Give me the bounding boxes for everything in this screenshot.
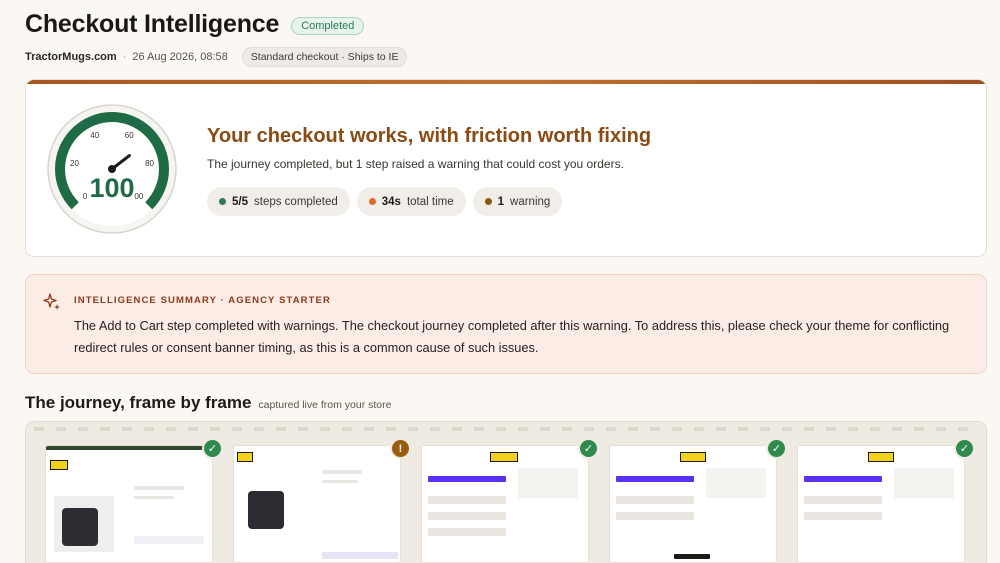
separator-dot: · [122, 51, 127, 63]
summary-label: INTELLIGENCE SUMMARY · AGENCY STARTER [74, 295, 331, 306]
gauge-tick-label: 40 [90, 131, 99, 140]
score-gauge: 0 20 40 60 80 00 100 [47, 104, 177, 234]
frame-4-check-icon: ✓ [768, 440, 785, 457]
status-dot [219, 198, 226, 205]
shot-form-field [616, 512, 694, 520]
shot-continue-button [674, 554, 710, 559]
shot-logo [680, 452, 706, 462]
gauge-needle-hub [108, 165, 116, 173]
stat-label: warning [510, 195, 551, 208]
stat-steps-completed: 5/5 steps completed [207, 187, 350, 216]
shot-cart-button [134, 536, 204, 544]
title-row: Checkout Intelligence Completed [25, 10, 975, 39]
score-subtitle: The journey completed, but 1 step raised… [207, 157, 624, 171]
status-dot [484, 198, 492, 205]
shot-text-line [134, 496, 174, 499]
gauge-tick-label: 80 [145, 159, 154, 168]
shot-logo [237, 452, 253, 462]
journey-frame-shipping[interactable] [609, 445, 777, 563]
shot-logo [868, 452, 894, 462]
shot-pay-buttons [804, 476, 882, 482]
gauge-tick-label: 60 [125, 131, 134, 140]
score-value: 100 [89, 173, 134, 203]
shot-text-line [134, 486, 184, 490]
meta-row: TractorMugs.com · 26 Aug 2026, 08:58 Sta… [25, 47, 975, 67]
frame-3-check-icon: ✓ [580, 440, 597, 457]
shot-order-summary [518, 468, 578, 498]
frame-2-warning-icon: ! [392, 440, 409, 457]
gauge-tick-label: 0 [83, 192, 88, 201]
shot-cart-button [322, 552, 398, 559]
shot-nav-bar [46, 446, 212, 450]
shot-form-field [428, 496, 506, 504]
shot-mug [62, 508, 98, 546]
frame-5-check-icon: ✓ [956, 440, 973, 457]
journey-frame-payment[interactable] [797, 445, 965, 563]
shot-text-line [322, 470, 362, 474]
stat-value: 5/5 [232, 195, 248, 208]
page-header: Checkout Intelligence Completed TractorM… [25, 10, 975, 67]
gauge-tick-label: 00 [134, 192, 143, 201]
journey-heading: The journey, frame by frame captured liv… [25, 393, 391, 413]
stat-value: 1 [497, 195, 505, 208]
journey-title: The journey, frame by frame [25, 393, 252, 412]
shot-form-field [428, 512, 506, 520]
summary-text: The Add to Cart step completed with warn… [74, 318, 950, 355]
journey-frame-add-to-cart[interactable] [233, 445, 401, 563]
intelligence-summary: INTELLIGENCE SUMMARY · AGENCY STARTER Th… [25, 274, 987, 374]
journey-frame-product[interactable] [45, 445, 213, 563]
stat-total-time: 34s total time [356, 187, 466, 216]
checkout-mode-chip: Standard checkout · Ships to IE [241, 47, 408, 67]
shot-form-field [616, 496, 694, 504]
status-badge: Completed [291, 17, 365, 35]
shot-pay-buttons [428, 476, 506, 482]
shot-logo [50, 460, 68, 470]
status-dot [368, 198, 376, 205]
journey-filmstrip[interactable]: ✓ ! ✓ ✓ ✓ [25, 421, 987, 563]
film-sprockets [34, 427, 978, 431]
shot-logo [490, 452, 518, 462]
stats-row: 5/5 steps completed 34s total time 1 war… [207, 187, 563, 216]
run-timestamp: 26 Aug 2026, 08:58 [132, 51, 228, 63]
shot-form-field [428, 528, 506, 536]
frame-1-check-icon: ✓ [204, 440, 221, 457]
stat-label: total time [406, 195, 454, 208]
score-card: 0 20 40 60 80 00 100 Your checkout works, wit… [25, 79, 987, 257]
sparkle-icon [43, 293, 60, 310]
score-verdict: Your checkout works, with friction worth… [207, 125, 652, 147]
stat-value: 34s [381, 195, 401, 208]
gauge-tick-label: 20 [70, 159, 79, 168]
stat-label: steps completed [254, 195, 338, 208]
journey-subtitle: captured live from your store [258, 399, 392, 411]
shot-text-line [322, 480, 358, 483]
shot-form-field [804, 496, 882, 504]
page-title: Checkout Intelligence [25, 10, 280, 38]
store-name: TractorMugs.com [25, 51, 117, 63]
stat-warnings: 1 warning [472, 187, 563, 216]
shot-order-summary [894, 468, 954, 498]
shot-product-image [248, 491, 284, 529]
journey-frame-checkout[interactable] [421, 445, 589, 563]
shot-pay-buttons [616, 476, 694, 482]
score-card-accent-bar [26, 80, 986, 84]
shot-order-summary [706, 468, 766, 498]
shot-form-field [804, 512, 882, 520]
